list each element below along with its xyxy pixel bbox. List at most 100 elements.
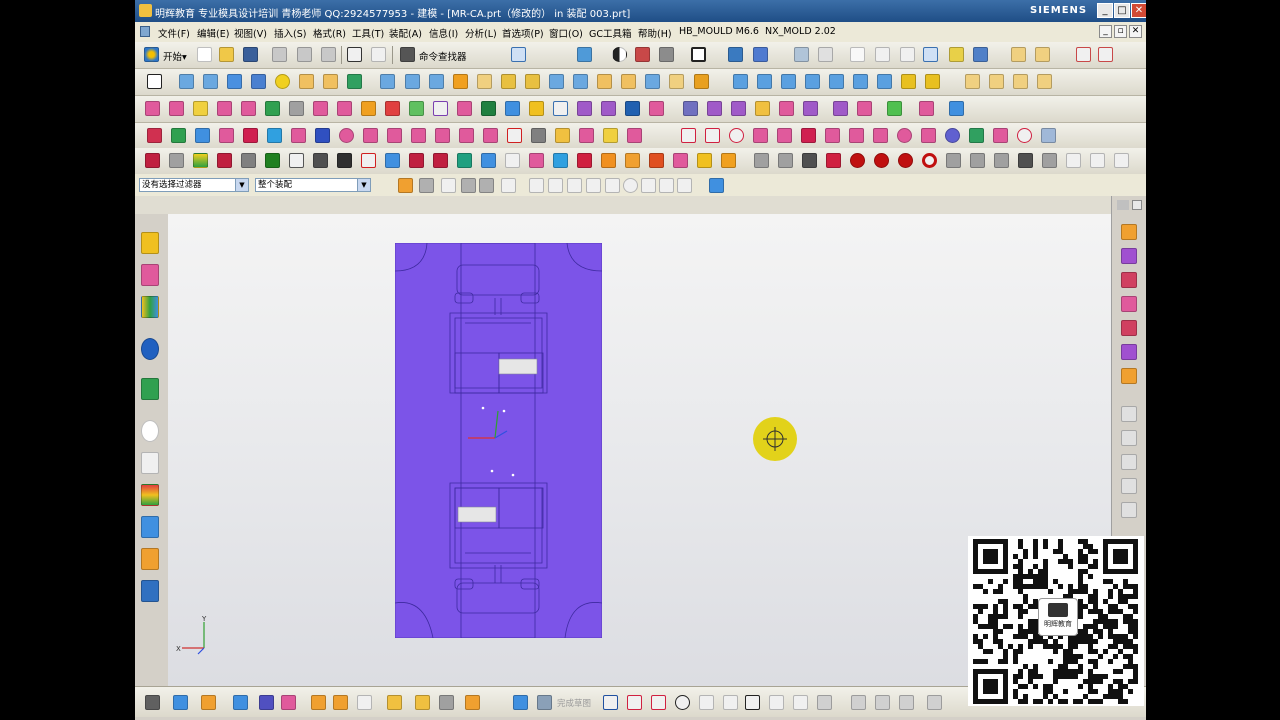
pull-face-icon[interactable] [781, 74, 796, 89]
trim-tool-icon[interactable] [851, 695, 866, 710]
open-file-icon[interactable] [219, 47, 234, 62]
runner-icon[interactable] [289, 101, 304, 116]
block-icon[interactable] [251, 74, 266, 89]
menu-edit[interactable]: 编辑(E) [197, 26, 229, 40]
undo-icon[interactable] [347, 47, 362, 62]
chamfer-icon[interactable] [525, 74, 540, 89]
bottom-i-icon[interactable] [357, 695, 372, 710]
swept-icon[interactable] [755, 101, 770, 116]
constraint-tool-icon[interactable] [927, 695, 942, 710]
chevron-down-icon[interactable]: ▼ [357, 179, 370, 191]
tool-k-icon[interactable] [409, 153, 424, 168]
rect-select-icon[interactable] [501, 178, 516, 193]
draft-icon[interactable] [597, 74, 612, 89]
menu-insert[interactable]: 插入(S) [274, 26, 306, 40]
close-button[interactable]: ✕ [1131, 3, 1146, 18]
menu-preferences[interactable]: 首选项(P) [502, 26, 544, 40]
slider-icon[interactable] [385, 101, 400, 116]
insert-icon[interactable] [433, 101, 448, 116]
hb-pin-icon[interactable] [243, 128, 258, 143]
snap-plus-icon[interactable] [641, 178, 656, 193]
line-tool-icon[interactable] [627, 695, 642, 710]
doc-minimize-button[interactable]: _ [1099, 25, 1112, 38]
nx-line-icon[interactable] [681, 128, 696, 143]
electrode-icon[interactable] [361, 101, 376, 116]
trim-sheet-icon[interactable] [857, 101, 872, 116]
hb-mirror-icon[interactable] [579, 128, 594, 143]
side-line-b-icon[interactable] [1121, 430, 1137, 446]
menu-view[interactable]: 视图(V) [234, 26, 267, 40]
tool-a-icon[interactable] [145, 153, 160, 168]
tool-b-icon[interactable] [169, 153, 184, 168]
sketch-finish-icon[interactable] [537, 695, 552, 710]
hb-layout-icon[interactable] [291, 128, 306, 143]
orient-view-icon[interactable] [577, 47, 592, 62]
tool-d-icon[interactable] [217, 153, 232, 168]
hb-plate-icon[interactable] [171, 128, 186, 143]
bottom-m-icon[interactable] [465, 695, 480, 710]
bottom-d-icon[interactable] [233, 695, 248, 710]
patch-icon[interactable] [877, 74, 892, 89]
through-curves-icon[interactable] [731, 101, 746, 116]
csys-icon[interactable] [875, 47, 890, 62]
snap-center-icon[interactable] [623, 178, 638, 193]
nx-rotate-icon[interactable] [729, 128, 744, 143]
pocket-cavity-icon[interactable] [457, 101, 472, 116]
tool-x-icon[interactable] [721, 153, 736, 168]
text-a-icon[interactable] [361, 153, 376, 168]
selection-filter-select[interactable]: 没有选择过滤器 ▼ [139, 178, 249, 192]
intersect-icon[interactable] [429, 74, 444, 89]
bottom-e-icon[interactable] [259, 695, 274, 710]
extend-tool-icon[interactable] [875, 695, 890, 710]
menu-hb-mould[interactable]: HB_MOULD M6.6 [679, 26, 759, 37]
history-tab-icon[interactable] [141, 420, 159, 442]
tool-ac-icon[interactable] [850, 153, 865, 168]
sprue-icon[interactable] [265, 101, 280, 116]
hb-arrow-icon[interactable] [435, 128, 450, 143]
part-navigator-tab-icon[interactable] [141, 296, 159, 318]
intersect-curve-icon[interactable] [1013, 74, 1028, 89]
boss-icon[interactable] [323, 74, 338, 89]
hb-screw-icon[interactable] [219, 128, 234, 143]
cube-view-icon[interactable] [709, 178, 724, 193]
circle-tool-icon[interactable] [675, 695, 690, 710]
pocket-icon[interactable] [347, 74, 362, 89]
tool-l-icon[interactable] [433, 153, 448, 168]
constraint-navigator-tab-icon[interactable] [141, 264, 159, 286]
nx-copy-icon[interactable] [993, 128, 1008, 143]
delete-face-icon[interactable] [805, 74, 820, 89]
extrude-icon[interactable] [179, 74, 194, 89]
measure-icon[interactable] [1011, 47, 1026, 62]
curve-icon[interactable] [965, 74, 980, 89]
tool-ab-icon[interactable] [826, 153, 841, 168]
start-button[interactable]: 开始▾ [163, 49, 187, 63]
tool-o-icon[interactable] [505, 153, 520, 168]
command-finder-icon[interactable] [400, 47, 415, 62]
play-icon[interactable] [973, 47, 988, 62]
tool-j-icon[interactable] [385, 153, 400, 168]
snap-quadrant-icon[interactable] [677, 178, 692, 193]
chevron-down-icon[interactable]: ▼ [235, 179, 248, 191]
section-view-icon[interactable] [728, 47, 743, 62]
shaded-icon[interactable] [635, 47, 650, 62]
trim-body-icon[interactable] [453, 74, 468, 89]
nx-merge-icon[interactable] [921, 128, 936, 143]
thicken-icon[interactable] [694, 74, 709, 89]
analyze-icon[interactable] [887, 101, 902, 116]
parting-side-icon[interactable] [1121, 368, 1137, 384]
split-body-icon[interactable] [477, 74, 492, 89]
deviation-icon[interactable] [919, 101, 934, 116]
mold-tools-side-icon[interactable] [1121, 344, 1137, 360]
tool-al-icon[interactable] [1066, 153, 1081, 168]
select-face-icon[interactable] [461, 178, 476, 193]
offset-region-icon[interactable] [853, 74, 868, 89]
menu-window[interactable]: 窗口(O) [549, 26, 583, 40]
tool-t-icon[interactable] [625, 153, 640, 168]
tool-an-icon[interactable] [1114, 153, 1129, 168]
system-materials-tab-icon[interactable] [141, 452, 159, 474]
parting-icon[interactable] [169, 101, 184, 116]
drawing-icon[interactable] [505, 101, 520, 116]
nx-draft-icon[interactable] [849, 128, 864, 143]
selection-scope-select[interactable]: 整个装配 ▼ [255, 178, 371, 192]
select-edge-icon[interactable] [479, 178, 494, 193]
